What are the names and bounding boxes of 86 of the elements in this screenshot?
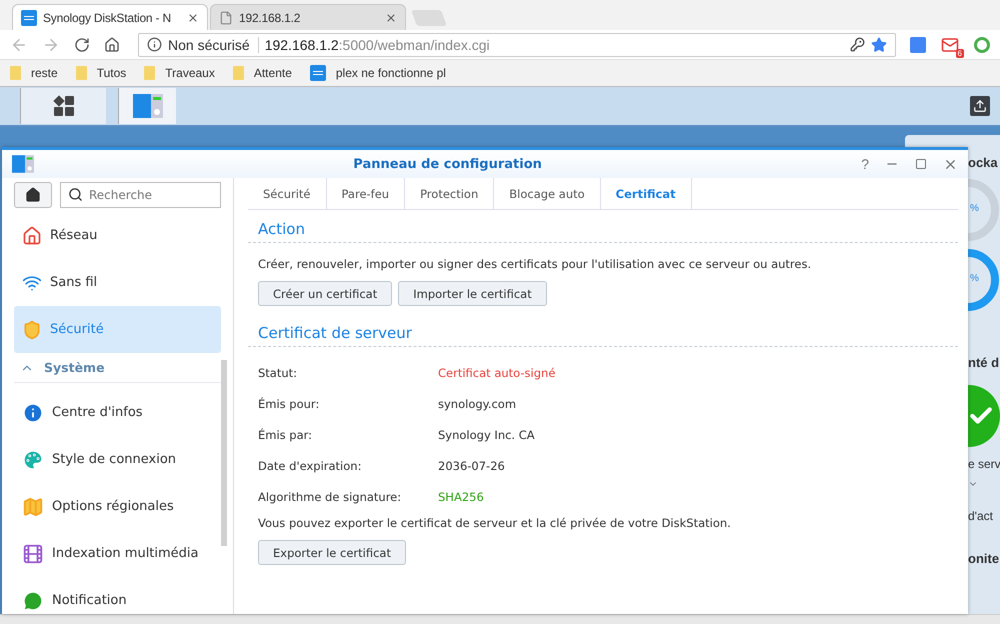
field-value: Certificat auto-signé [438,366,556,380]
field-value: 2036-07-26 [438,458,506,472]
sidebar-item[interactable]: Réseau [14,212,221,259]
tab[interactable]: Certificat [600,178,692,209]
field-label: Date d'expiration: [258,458,362,472]
folder-icon [10,66,21,80]
field-value: synology.com [438,396,518,410]
close-icon[interactable] [187,12,199,24]
palette-icon [22,448,44,470]
tab[interactable]: Pare-feu [326,178,406,209]
dsm-logo-icon [310,65,326,81]
apps-grid-icon [52,95,74,117]
search-field[interactable]: Recherche [60,182,221,208]
upload-button[interactable] [970,96,990,116]
scrollbar[interactable] [221,360,227,546]
search-icon [68,187,83,202]
chat-icon [22,590,44,612]
film-reel-icon [22,542,44,564]
sidebar-item[interactable]: Indexation multimédia [14,530,221,577]
home-icon[interactable] [104,36,120,52]
bookmark-link[interactable]: Tutos [76,66,132,80]
folder-icon [76,66,87,80]
status-text: d'act [968,509,993,525]
widget-title: onite [968,551,1000,568]
map-icon [22,496,44,518]
bookmark-star-icon[interactable] [871,36,887,52]
info-icon [22,402,44,424]
close-icon[interactable] [385,12,397,24]
bookmark-link[interactable]: plex ne fonctionne pl [310,65,452,81]
field-label: Émis par: [258,428,314,442]
page-icon [219,10,233,24]
percent-label: % [970,203,979,214]
key-icon[interactable] [850,37,865,52]
security-label: Non sécurisé [168,36,259,52]
sidebar-item[interactable]: Centre d'infos [14,389,221,436]
export-button[interactable]: Exporter le certificat [258,540,406,565]
donut-chart-drawing [968,249,1000,311]
field-label: Algorithme de signature: [258,490,402,504]
control-panel-icon [12,154,34,174]
sidebar-item[interactable]: Style de connexion [14,436,221,483]
control-panel-taskbar-button[interactable] [118,88,176,124]
field-value: Synology Inc. CA [438,428,536,442]
sidebar-item[interactable]: Sans fil [14,259,221,306]
main-menu-button[interactable] [20,88,106,124]
shield-icon [22,320,42,340]
action-button[interactable]: Créer un certificat [258,281,392,306]
note-text: Vous pouvez exporter le certificat de serveur et la clé privée de votre DiskStation. [257,516,732,530]
address-bar[interactable]: Non sécurisé 192.168.1.2:5000/webman/index.cgi [138,32,896,56]
tab[interactable]: Blocage auto [494,178,601,209]
mail-count-badge: 6 [956,48,964,58]
field-label: Statut: [258,366,298,380]
window-title: Panneau de configuration [352,156,543,172]
section-heading: Certificat de serveur [248,324,958,347]
help-button[interactable]: ? [861,156,869,172]
bookmark-link[interactable]: Attente [232,66,298,80]
control-panel-icon [132,94,162,118]
dsm-logo-icon [21,10,37,26]
home-icon [25,187,41,203]
description-text: Créer, renouveler, importer ou signer des certificats pour l'utilisation avec ce serveur ou autres. [257,257,812,271]
field-value: SHA256 [438,490,485,504]
browser-tab[interactable]: Synology DiskStation - N [12,4,208,30]
widget-title: ocka [968,155,998,172]
mail-icon[interactable] [941,36,959,54]
url-text: 192.168.1.2:5000/webman/index.cgi [264,36,491,52]
bookmark-link[interactable]: reste [10,66,64,80]
widget-title: nté d [968,355,1000,372]
house-icon [22,226,42,246]
maximize-icon[interactable] [915,158,927,170]
donut-chart-drawing [968,179,1000,241]
sidebar-item[interactable]: Notification [14,577,221,614]
field-label: Émis pour: [258,396,320,410]
home-button[interactable] [14,182,52,208]
tab[interactable]: Protection [405,178,494,209]
browser-tab[interactable]: 192.168.1.2 [210,4,406,30]
tab[interactable]: Sécurité [248,178,326,209]
sidebar-section-header[interactable]: Système [14,353,221,383]
sidebar-item[interactable]: Options régionales [14,483,221,530]
percent-label: % [970,273,979,284]
action-button[interactable]: Importer le certificat [398,281,547,306]
folder-icon [144,66,156,80]
info-icon[interactable] [147,37,162,52]
reload-icon[interactable] [74,36,90,52]
extension-icon[interactable] [974,36,990,52]
folder-icon [232,66,244,80]
section-heading: Action [248,220,958,243]
bookmark-link[interactable]: Traveaux [144,66,221,80]
